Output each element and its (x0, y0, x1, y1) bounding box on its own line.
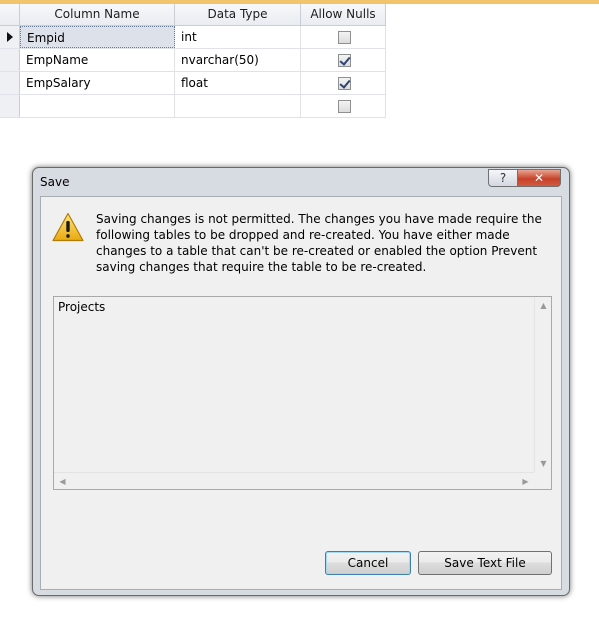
data-type-cell[interactable]: nvarchar(50) (175, 49, 301, 71)
row-selector-header (0, 4, 20, 26)
allow-nulls-checkbox[interactable] (338, 31, 351, 44)
dialog-body: Saving changes is not permitted. The cha… (40, 196, 562, 590)
column-name-header[interactable]: Column Name (20, 4, 175, 26)
scroll-left-icon[interactable]: ◀ (54, 473, 71, 490)
data-type-cell[interactable] (175, 95, 301, 117)
data-type-cell[interactable]: float (175, 72, 301, 94)
column-name-cell[interactable]: Empid (20, 26, 175, 48)
save-dialog: Save ? ✕ Saving changes is not permitted… (32, 167, 570, 596)
allow-nulls-cell (301, 49, 386, 71)
allow-nulls-cell (301, 95, 386, 117)
list-item[interactable]: Projects (58, 300, 105, 314)
allow-nulls-cell (301, 72, 386, 94)
cancel-button[interactable]: Cancel (325, 551, 411, 575)
allow-nulls-header[interactable]: Allow Nulls (301, 4, 386, 26)
grid-header: Column Name Data Type Allow Nulls (0, 4, 386, 26)
close-button[interactable]: ✕ (517, 169, 561, 187)
column-name-cell[interactable] (20, 95, 175, 117)
data-type-header[interactable]: Data Type (175, 4, 301, 26)
table-row[interactable]: Empid int (0, 26, 386, 49)
row-selector[interactable] (0, 49, 20, 71)
dialog-titlebar[interactable]: Save ? ✕ (33, 168, 569, 196)
help-button[interactable]: ? (488, 169, 518, 187)
allow-nulls-cell (301, 26, 386, 48)
scrollbar-corner (534, 472, 551, 489)
row-selector[interactable] (0, 72, 20, 94)
column-name-cell[interactable]: EmpName (20, 49, 175, 71)
save-text-file-button[interactable]: Save Text File (418, 551, 552, 575)
table-row[interactable]: EmpSalary float (0, 72, 386, 95)
data-type-cell[interactable]: int (175, 26, 301, 48)
table-row[interactable]: EmpName nvarchar(50) (0, 49, 386, 72)
column-name-cell[interactable]: EmpSalary (20, 72, 175, 94)
scroll-right-icon[interactable]: ▶ (517, 473, 534, 490)
current-row-arrow-icon (7, 32, 13, 42)
scroll-up-icon[interactable]: ▲ (535, 297, 552, 314)
allow-nulls-checkbox[interactable] (338, 77, 351, 90)
affected-tables-list[interactable]: Projects ▲ ▼ ◀ ▶ (53, 296, 552, 490)
vertical-scrollbar[interactable]: ▲ ▼ (534, 297, 551, 472)
scroll-down-icon[interactable]: ▼ (535, 455, 552, 472)
allow-nulls-checkbox[interactable] (338, 100, 351, 113)
allow-nulls-checkbox[interactable] (338, 54, 351, 67)
error-message: Saving changes is not permitted. The cha… (96, 212, 542, 274)
close-icon: ✕ (533, 171, 545, 185)
warning-icon (52, 212, 84, 242)
row-selector[interactable] (0, 95, 20, 117)
dialog-title: Save (40, 175, 70, 189)
table-row[interactable] (0, 95, 386, 118)
row-selector[interactable] (0, 26, 20, 48)
horizontal-scrollbar[interactable]: ◀ ▶ (54, 472, 534, 489)
